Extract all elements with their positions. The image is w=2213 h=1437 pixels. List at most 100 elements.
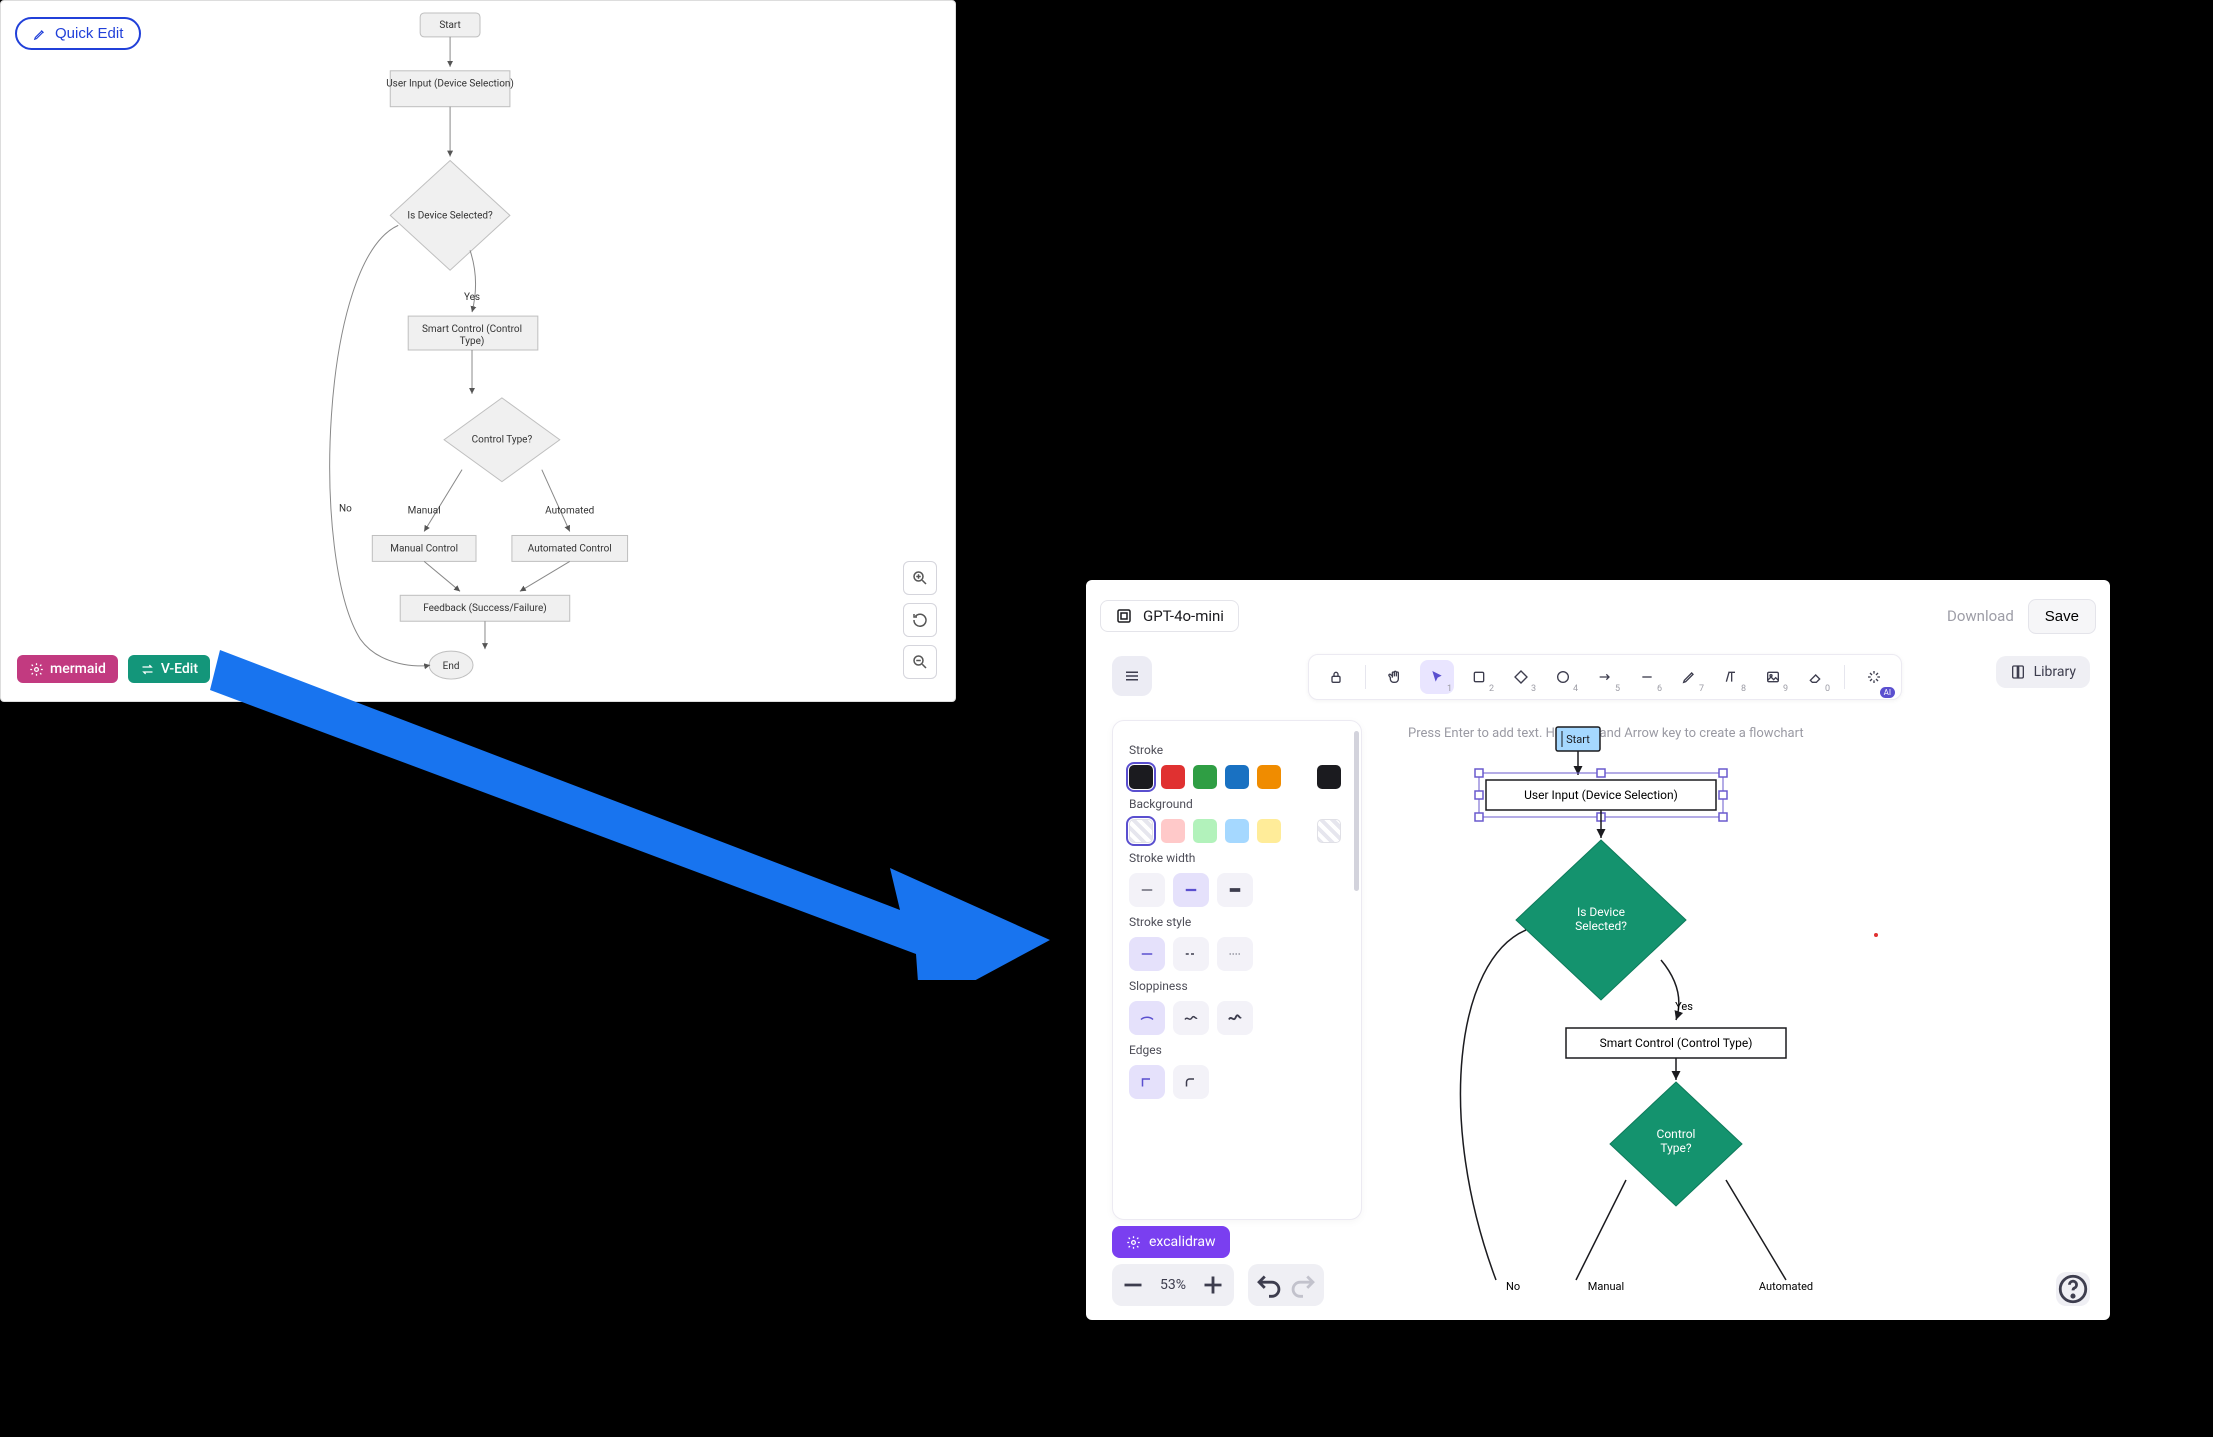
tool-select[interactable]: 1	[1420, 660, 1454, 694]
excalidraw-panel: GPT-4o-mini Download Save 1 2 3 4 5 6 7 …	[1086, 580, 2110, 1320]
stroke-width-label: Stroke width	[1129, 851, 1345, 865]
refresh-icon	[911, 611, 929, 629]
zoom-reset-button[interactable]	[903, 603, 937, 637]
undo-icon	[1252, 1268, 1286, 1302]
book-icon	[2010, 664, 2026, 680]
sparkle-icon	[1866, 669, 1882, 685]
image-icon	[1765, 669, 1781, 685]
download-button[interactable]: Download	[1947, 607, 2014, 625]
gear-icon	[29, 662, 44, 677]
background-label: Background	[1129, 797, 1345, 811]
redo-button[interactable]	[1286, 1268, 1320, 1302]
eraser-icon	[1807, 669, 1823, 685]
stroke-color-blue[interactable]	[1225, 765, 1249, 789]
bg-green[interactable]	[1193, 819, 1217, 843]
b-node-is-selected: Is DeviceSelected?	[1575, 905, 1627, 933]
undo-group	[1248, 1264, 1324, 1306]
stroke-dotted[interactable]	[1217, 937, 1253, 971]
undo-button[interactable]	[1252, 1268, 1286, 1302]
gear-icon	[1126, 1235, 1141, 1250]
library-label: Library	[2034, 664, 2076, 680]
library-button[interactable]: Library	[1996, 656, 2090, 688]
tool-line[interactable]: 6	[1630, 660, 1664, 694]
mermaid-badge[interactable]: mermaid	[17, 655, 118, 683]
stroke-label: Stroke	[1129, 743, 1345, 757]
tool-rectangle[interactable]: 2	[1462, 660, 1496, 694]
stroke-color-red[interactable]	[1161, 765, 1185, 789]
node-control-type: Control Type?	[472, 435, 533, 446]
tool-eraser[interactable]: 0	[1798, 660, 1832, 694]
zoom-in-button[interactable]	[1196, 1268, 1230, 1302]
stroke-width-thick[interactable]	[1217, 873, 1253, 907]
stroke-dashed[interactable]	[1173, 937, 1209, 971]
edge-yes: Yes	[464, 292, 480, 303]
circle-icon	[1555, 669, 1571, 685]
sloppiness-label: Sloppiness	[1129, 979, 1345, 993]
stroke-color-black[interactable]	[1129, 765, 1153, 789]
sloppiness-cartoonist[interactable]	[1217, 1001, 1253, 1035]
square-icon	[1471, 669, 1487, 685]
edges-round[interactable]	[1173, 1065, 1209, 1099]
tool-arrow[interactable]: 5	[1588, 660, 1622, 694]
bg-transparent[interactable]	[1129, 819, 1153, 843]
stroke-color-custom[interactable]	[1317, 765, 1341, 789]
tool-image[interactable]: 9	[1756, 660, 1790, 694]
b-node-user-input: User Input (Device Selection)	[1524, 788, 1678, 802]
bg-yellow[interactable]	[1257, 819, 1281, 843]
node-user-input: User Input (Device Selection)	[386, 79, 514, 90]
properties-panel: Stroke Background Stroke width Stroke s	[1112, 720, 1362, 1220]
save-button[interactable]: Save	[2028, 599, 2096, 634]
stroke-color-green[interactable]	[1193, 765, 1217, 789]
stroke-color-orange[interactable]	[1257, 765, 1281, 789]
b-node-smart-control: Smart Control (Control Type)	[1600, 1036, 1753, 1050]
stray-dot	[1874, 933, 1878, 937]
scrollbar-thumb[interactable]	[1354, 731, 1359, 891]
bg-custom[interactable]	[1317, 819, 1341, 843]
tool-ellipse[interactable]: 4	[1546, 660, 1580, 694]
pencil-icon	[1681, 669, 1697, 685]
plus-icon	[1196, 1268, 1230, 1302]
zoom-in-icon	[911, 569, 929, 587]
tool-lock[interactable]	[1319, 660, 1353, 694]
model-icon	[1115, 607, 1133, 625]
model-label: GPT-4o-mini	[1143, 607, 1224, 625]
minus-icon	[1116, 1268, 1150, 1302]
top-bar: GPT-4o-mini Download Save	[1100, 594, 2096, 638]
zoom-out-button[interactable]	[903, 645, 937, 679]
menu-button[interactable]	[1112, 656, 1152, 696]
edge-manual: Manual	[408, 506, 441, 517]
model-selector[interactable]: GPT-4o-mini	[1100, 600, 1239, 632]
help-icon	[2056, 1272, 2090, 1306]
vedit-badge-label: V-Edit	[161, 661, 198, 677]
vedit-badge[interactable]: V-Edit	[128, 655, 210, 683]
stroke-width-med[interactable]	[1173, 873, 1209, 907]
node-is-selected: Is Device Selected?	[407, 210, 493, 221]
excalidraw-badge[interactable]: excalidraw	[1112, 1226, 1230, 1258]
hamburger-icon	[1123, 667, 1141, 685]
tool-hand[interactable]	[1378, 660, 1412, 694]
help-button[interactable]	[2056, 1272, 2090, 1306]
node-manual-control: Manual Control	[390, 543, 458, 554]
zoom-percent[interactable]: 53%	[1150, 1277, 1196, 1293]
edges-sharp[interactable]	[1129, 1065, 1165, 1099]
node-feedback: Feedback (Success/Failure)	[423, 603, 546, 614]
diamond-icon	[1513, 669, 1529, 685]
tool-diamond[interactable]: 3	[1504, 660, 1538, 694]
zoom-group: 53%	[1112, 1264, 1234, 1306]
zoom-in-button[interactable]	[903, 561, 937, 595]
tool-draw[interactable]: 7	[1672, 660, 1706, 694]
mermaid-badge-label: mermaid	[50, 661, 106, 677]
stroke-style-label: Stroke style	[1129, 915, 1345, 929]
sloppiness-artist[interactable]	[1173, 1001, 1209, 1035]
mermaid-flowchart[interactable]: Start User Input (Device Selection) Is D…	[1, 1, 955, 701]
zoom-out-button[interactable]	[1116, 1268, 1150, 1302]
stroke-solid[interactable]	[1129, 937, 1165, 971]
bg-pink[interactable]	[1161, 819, 1185, 843]
zoom-out-icon	[911, 653, 929, 671]
stroke-width-thin[interactable]	[1129, 873, 1165, 907]
mermaid-panel: Quick Edit	[0, 0, 956, 702]
bg-blue[interactable]	[1225, 819, 1249, 843]
tool-ai[interactable]: AI	[1857, 660, 1891, 694]
sloppiness-architect[interactable]	[1129, 1001, 1165, 1035]
tool-text[interactable]: 8	[1714, 660, 1748, 694]
